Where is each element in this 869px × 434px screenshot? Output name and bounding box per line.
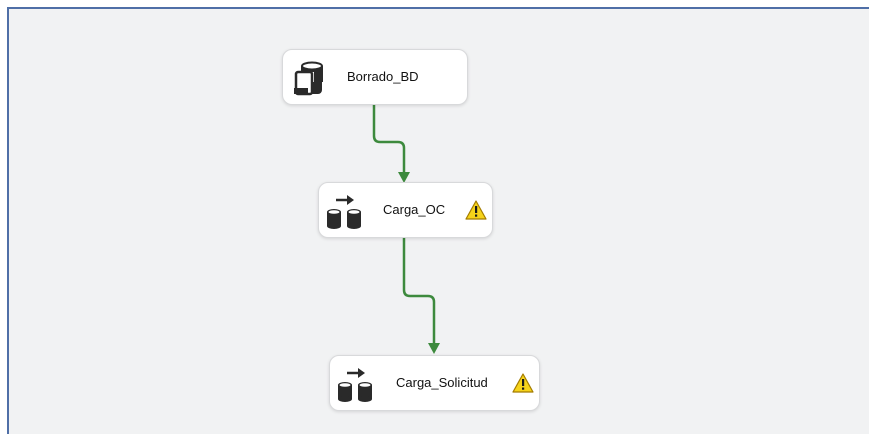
precedence-constraint-carga-oc-to-carga-solicitud[interactable] xyxy=(402,238,440,354)
warning-icon[interactable] xyxy=(465,200,487,220)
warning-icon[interactable] xyxy=(512,373,534,393)
data-flow-task-icon xyxy=(338,368,372,402)
execute-sql-task-icon xyxy=(294,61,323,96)
task-carga-solicitud[interactable]: Carga_Solicitud xyxy=(329,355,540,411)
task-name-label: Carga_Solicitud xyxy=(396,375,488,390)
precedence-constraint-borrado-to-carga-oc[interactable] xyxy=(372,105,410,183)
task-name-label: Borrado_BD xyxy=(347,69,419,84)
task-borrado-bd[interactable]: Borrado_BD xyxy=(282,49,468,105)
task-carga-oc[interactable]: Carga_OC xyxy=(318,182,493,238)
data-flow-task-icon xyxy=(327,195,361,229)
task-name-label: Carga_OC xyxy=(383,202,446,217)
